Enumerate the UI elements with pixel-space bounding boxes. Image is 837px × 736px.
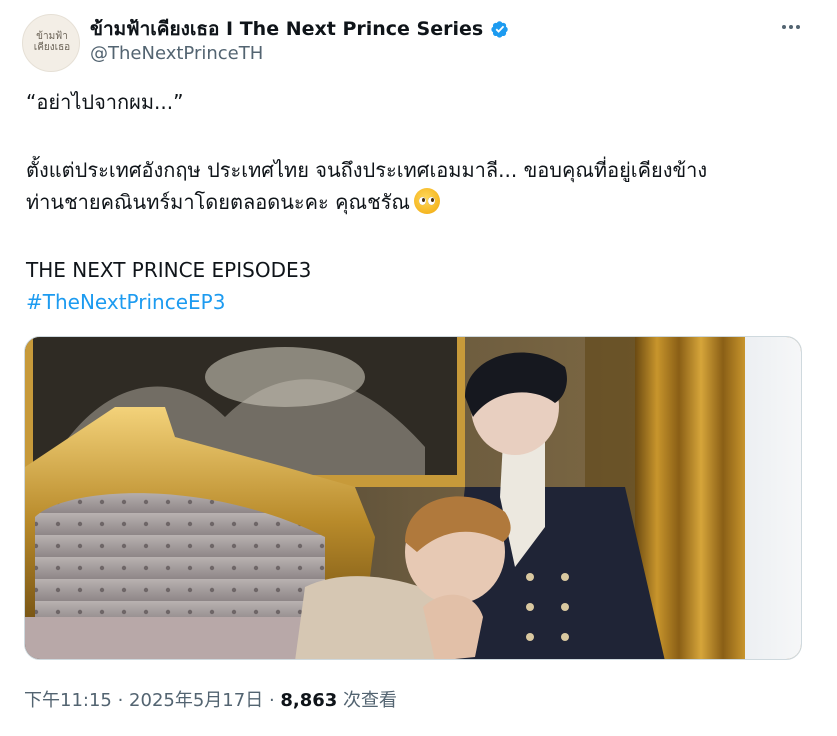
views-label: 次查看	[337, 690, 398, 711]
more-options-button[interactable]	[778, 14, 804, 40]
avatar-logo: ข้ามฟ้า เคียงเธอ	[33, 31, 71, 53]
meta-separator: ·	[111, 690, 130, 711]
media-scene	[25, 337, 801, 659]
tweet: ข้ามฟ้า เคียงเธอ ข้ามฟ้าเคียงเธอ I The N…	[0, 0, 837, 736]
display-name[interactable]: ข้ามฟ้าเคียงเธอ I The Next Prince Series	[90, 14, 483, 44]
tweet-media-image[interactable]	[24, 336, 802, 660]
more-horizontal-icon	[781, 25, 802, 29]
author-handle[interactable]: @TheNextPrinceTH	[90, 43, 263, 64]
verified-badge-icon	[491, 21, 508, 38]
tweet-text-line-4: THE NEXT PRINCE EPISODE3	[26, 258, 312, 282]
author-name-row: ข้ามฟ้าเคียงเธอ I The Next Prince Series	[90, 14, 511, 44]
tweet-text-line-1: “อย่าไปจากผม...”	[26, 90, 184, 114]
views-count: 8,863	[280, 690, 338, 711]
hashtag-link[interactable]: #TheNextPrinceEP3	[26, 286, 806, 318]
meta-separator: ·	[263, 690, 281, 711]
tweet-text-line-3: ท่านชายคณินทร์มาโดยตลอดนะคะ คุณชรัณ	[26, 186, 806, 218]
tweet-date[interactable]: 2025年5月17日	[129, 690, 263, 711]
tweet-text-line-2: ตั้งแต่ประเทศอังกฤษ ประเทศไทย จนถึงประเท…	[26, 158, 708, 182]
pleading-face-icon	[413, 188, 440, 214]
tweet-time[interactable]: 下午11:15	[24, 690, 112, 711]
avatar[interactable]: ข้ามฟ้า เคียงเธอ	[22, 14, 80, 72]
tweet-meta: 下午11:15 · 2025年5月17日 · 8,863 次查看	[24, 686, 397, 712]
tweet-text-line-3-content: ท่านชายคณินทร์มาโดยตลอดนะคะ คุณชรัณ	[26, 190, 410, 214]
